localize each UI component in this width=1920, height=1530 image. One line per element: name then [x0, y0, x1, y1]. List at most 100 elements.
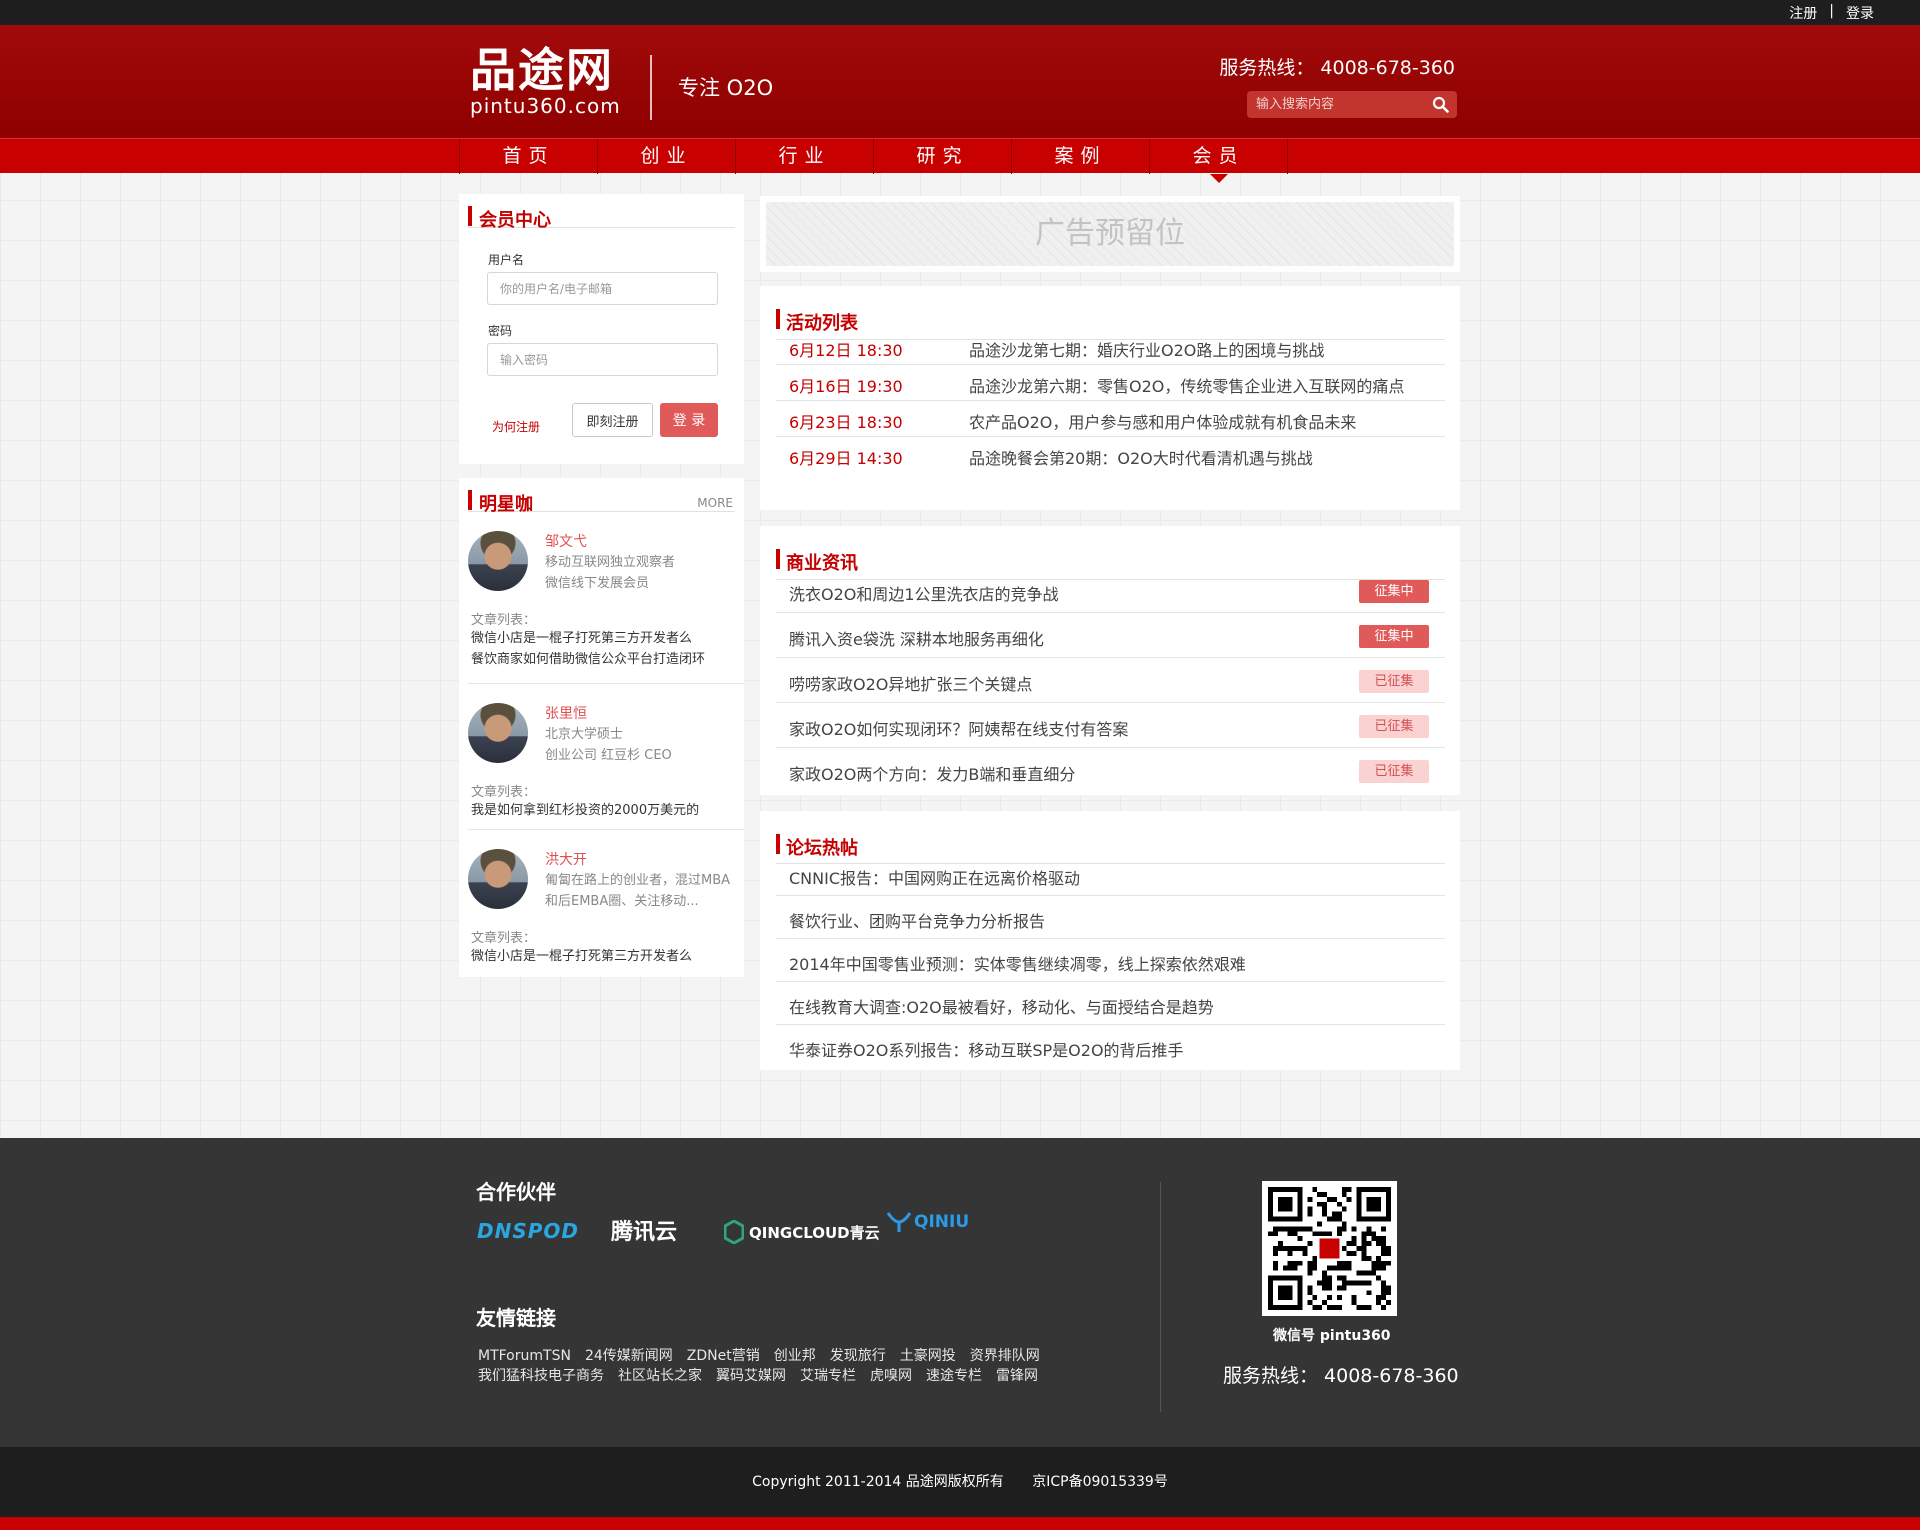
partner-qiniu-logo: QINIU	[914, 1212, 970, 1232]
status-badge: 征集中	[1359, 580, 1429, 603]
business-row[interactable]: 家政O2O两个方向：发力B端和垂直细分 已征集	[776, 749, 1445, 793]
event-row[interactable]: 6月23日 18:30 农产品O2O，用户参与感和用户体验成就有机食品未来	[776, 401, 1445, 437]
event-date: 6月12日 18:30	[789, 341, 903, 360]
forum-row[interactable]: 2014年中国零售业预测：实体零售继续凋零，线上探索依然艰难	[776, 939, 1445, 982]
main-nav: 首页 创业 行业 研究 案例 会员	[0, 138, 1920, 183]
icp-number[interactable]: 京ICP备09015339号	[1032, 1474, 1168, 1490]
avatar[interactable]	[468, 849, 528, 909]
business-title[interactable]: 家政O2O如何实现闭环？阿姨帮在线支付有答案	[789, 716, 1128, 740]
search-input[interactable]	[1247, 91, 1427, 118]
forum-row[interactable]: 华泰证券O2O系列报告：移动互联SP是O2O的背后推手	[776, 1025, 1445, 1068]
qiniu-icon	[886, 1212, 912, 1232]
member-center-header: 会员中心	[468, 206, 735, 231]
register-now-button[interactable]: 即刻注册	[572, 403, 653, 437]
articles-label: 文章列表：	[471, 785, 537, 800]
business-row[interactable]: 家政O2O如何实现闭环？阿姨帮在线支付有答案 已征集	[776, 704, 1445, 748]
avatar[interactable]	[468, 531, 528, 591]
friend-link[interactable]: 我们猛科技电子商务	[478, 1368, 604, 1384]
nav-item-2[interactable]: 行业	[736, 139, 874, 174]
friend-link[interactable]: 社区站长之家	[618, 1368, 702, 1384]
event-title[interactable]: 农产品O2O，用户参与感和用户体验成就有机食品未来	[969, 409, 1356, 433]
event-title[interactable]: 品途沙龙第六期：零售O2O，传统零售企业进入互联网的痛点	[969, 373, 1404, 397]
nav-item-3[interactable]: 研究	[874, 139, 1012, 174]
friend-link[interactable]: 24传媒新闻网	[585, 1348, 673, 1364]
nav-item-4[interactable]: 案例	[1012, 139, 1150, 174]
business-title[interactable]: 洗衣O2O和周边1公里洗衣店的竞争战	[789, 581, 1059, 605]
footer-divider	[1160, 1182, 1161, 1412]
forum-post-title[interactable]: 餐饮行业、团购平台竞争力分析报告	[789, 908, 1045, 932]
friend-links-row: 我们猛科技电子商务 社区站长之家 翼码艾媒网 艾瑞专栏 虎嗅网 速途专栏 雷锋网	[478, 1366, 1178, 1387]
password-field[interactable]	[487, 343, 718, 376]
star-name[interactable]: 张里恒	[545, 703, 587, 723]
partner-qingcloud-logo: QINGCLOUD青云	[749, 1223, 880, 1242]
password-label: 密码	[488, 324, 513, 338]
friend-link[interactable]: MTForumTSN	[478, 1348, 571, 1364]
partner-tencent-cloud-logo[interactable]: 腾讯云	[611, 1214, 677, 1246]
forum-row[interactable]: 餐饮行业、团购平台竞争力分析报告	[776, 896, 1445, 939]
friend-link[interactable]: 发现旅行	[830, 1348, 886, 1364]
nav-item-5[interactable]: 会员	[1150, 139, 1288, 183]
business-title[interactable]: 唠唠家政O2O异地扩张三个关键点	[789, 671, 1032, 695]
friend-link[interactable]: 创业邦	[774, 1348, 816, 1364]
username-field[interactable]	[487, 272, 718, 305]
site-footer: 合作伙伴 DNSPOD 腾讯云 QINGCLOUD青云 QINIU 友情链接 M…	[0, 1138, 1920, 1447]
forum-post-title[interactable]: 2014年中国零售业预测：实体零售继续凋零，线上探索依然艰难	[789, 951, 1246, 975]
register-link[interactable]: 注册	[1789, 3, 1817, 23]
friend-link[interactable]: 资界排队网	[970, 1348, 1040, 1364]
partner-qiniu-link[interactable]: QINIU	[886, 1210, 969, 1234]
partner-dnspod-logo[interactable]: DNSPOD	[477, 1219, 579, 1243]
friend-link[interactable]: 速途专栏	[926, 1368, 982, 1384]
friend-links-row: MTForumTSN 24传媒新闻网 ZDNet营销 创业邦 发现旅行 土豪网投 资界排队网	[478, 1346, 1178, 1367]
friend-link[interactable]: 艾瑞专栏	[800, 1368, 856, 1384]
partner-qingcloud-link[interactable]: QINGCLOUD青云	[724, 1220, 880, 1244]
nav-item-0[interactable]: 首页	[460, 139, 598, 174]
copyright-bar: Copyright 2011-2014 品途网版权所有 京ICP备0901533…	[0, 1447, 1920, 1517]
event-title[interactable]: 品途沙龙第七期：婚庆行业O2O路上的困境与挑战	[969, 337, 1324, 361]
search-icon[interactable]	[1432, 96, 1449, 113]
business-row[interactable]: 腾讯入资e袋洗 深耕本地服务再细化 征集中	[776, 614, 1445, 658]
friend-link[interactable]: 虎嗅网	[870, 1368, 912, 1384]
event-row[interactable]: 6月29日 14:30 品途晚餐会第20期：O2O大时代看清机遇与挑战	[776, 437, 1445, 473]
event-row[interactable]: 6月16日 19:30 品途沙龙第六期：零售O2O，传统零售企业进入互联网的痛点	[776, 365, 1445, 401]
title-accent	[468, 490, 472, 510]
friend-link[interactable]: 翼码艾媒网	[716, 1368, 786, 1384]
qr-code-image	[1268, 1187, 1391, 1310]
more-link[interactable]: MORE	[697, 496, 733, 510]
why-register-link[interactable]: 为何注册	[492, 418, 540, 435]
star-name[interactable]: 邹文弋	[545, 531, 587, 551]
member-center-panel: 会员中心 用户名 密码 为何注册 即刻注册 登 录	[459, 194, 744, 464]
partners-title: 合作伙伴	[476, 1180, 556, 1204]
friend-link[interactable]: ZDNet营销	[687, 1348, 760, 1364]
logo-domain: pintu360.com	[470, 94, 621, 118]
avatar[interactable]	[468, 703, 528, 763]
business-row[interactable]: 洗衣O2O和周边1公里洗衣店的竞争战 征集中	[776, 569, 1445, 613]
event-date: 6月29日 14:30	[789, 449, 903, 468]
article-list[interactable]: 微信小店是一棍子打死第三方开发者么 餐饮商家如何借助微信公众平台打造闭环	[471, 628, 741, 670]
login-link[interactable]: 登录	[1846, 3, 1874, 23]
forum-row[interactable]: CNNIC报告：中国网购正在远离价格驱动	[776, 853, 1445, 896]
friend-link[interactable]: 雷锋网	[996, 1368, 1038, 1384]
forum-row[interactable]: 在线教育大调查:O2O最被看好，移动化、与面授结合是趋势	[776, 982, 1445, 1025]
star-item: 张里恒 北京大学硕士 创业公司 红豆杉 CEO 文章列表： 我是如何拿到红杉投资…	[468, 703, 744, 830]
business-row[interactable]: 唠唠家政O2O异地扩张三个关键点 已征集	[776, 659, 1445, 703]
star-panel: 明星咖 MORE 邹文弋 移动互联网独立观察者 微信线下发展会员 文章列表： 微…	[459, 478, 744, 977]
friend-link[interactable]: 土豪网投	[900, 1348, 956, 1364]
event-date: 6月16日 19:30	[789, 377, 903, 396]
business-title[interactable]: 腾讯入资e袋洗 深耕本地服务再细化	[789, 626, 1044, 650]
wechat-qr-code	[1262, 1181, 1397, 1316]
event-row[interactable]: 6月12日 18:30 品途沙龙第七期：婚庆行业O2O路上的困境与挑战	[776, 329, 1445, 365]
article-list[interactable]: 我是如何拿到红杉投资的2000万美元的	[471, 800, 741, 821]
business-title[interactable]: 家政O2O两个方向：发力B端和垂直细分	[789, 761, 1075, 785]
status-badge: 征集中	[1359, 625, 1429, 648]
nav-item-1[interactable]: 创业	[598, 139, 736, 174]
forum-post-title[interactable]: 华泰证券O2O系列报告：移动互联SP是O2O的背后推手	[789, 1037, 1184, 1061]
login-button[interactable]: 登 录	[660, 403, 718, 437]
forum-post-title[interactable]: CNNIC报告：中国网购正在远离价格驱动	[789, 865, 1080, 889]
forum-post-title[interactable]: 在线教育大调查:O2O最被看好，移动化、与面授结合是趋势	[789, 994, 1214, 1018]
article-list[interactable]: 微信小店是一棍子打死第三方开发者么	[471, 946, 741, 967]
site-logo[interactable]: 品途网 pintu360.com	[470, 45, 621, 117]
star-name[interactable]: 洪大开	[545, 849, 587, 869]
star-title: 明星咖	[479, 494, 533, 515]
qingcloud-icon	[724, 1220, 744, 1244]
event-title[interactable]: 品途晚餐会第20期：O2O大时代看清机遇与挑战	[969, 445, 1313, 469]
